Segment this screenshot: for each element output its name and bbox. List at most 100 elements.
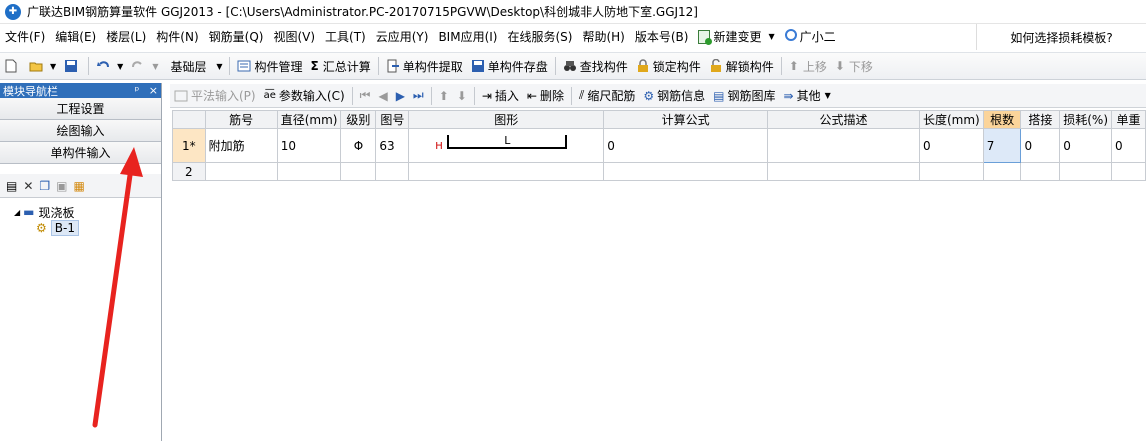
- menu-tools[interactable]: 工具(T): [320, 26, 371, 48]
- cell-grade[interactable]: [340, 162, 377, 181]
- cell-count[interactable]: [982, 162, 1022, 181]
- sum-calc-button[interactable]: Σ 汇总计算: [306, 55, 374, 77]
- menu-cloud[interactable]: 云应用(Y): [371, 26, 434, 48]
- param-input-button[interactable]: a͞e 参数输入(C): [260, 85, 349, 107]
- cell-diameter[interactable]: [276, 162, 342, 181]
- cell-loss[interactable]: 0: [1059, 128, 1113, 163]
- insert-button[interactable]: ⇥ 插入: [478, 85, 523, 107]
- cell-fig-no[interactable]: [375, 162, 410, 181]
- new-change-menu[interactable]: 新建变更 ▼: [693, 26, 779, 48]
- cell-loss[interactable]: [1059, 162, 1113, 181]
- paste-icon[interactable]: ▣: [56, 179, 67, 193]
- header-bar-no[interactable]: 筋号: [204, 110, 278, 129]
- extract-component-button[interactable]: 单构件提取: [382, 55, 467, 77]
- folder-icon[interactable]: ▦: [74, 179, 85, 193]
- next-record-button[interactable]: ▶: [392, 85, 409, 107]
- tree-node-label: 现浇板: [38, 205, 75, 220]
- assistant-menu[interactable]: 广小二: [780, 26, 841, 48]
- cell-formula-desc[interactable]: [766, 128, 920, 163]
- save-component-button[interactable]: 单构件存盘: [467, 55, 552, 77]
- property-icon[interactable]: ▤: [6, 179, 17, 193]
- menu-edit[interactable]: 编辑(E): [50, 26, 101, 48]
- menu-rebar-qty[interactable]: 钢筋量(Q): [204, 26, 269, 48]
- cell-fig-no[interactable]: 63: [375, 128, 410, 163]
- delete-button[interactable]: ⇤ 删除: [523, 85, 568, 107]
- cell-bar-no[interactable]: 附加筋: [204, 128, 278, 163]
- menu-online[interactable]: 在线服务(S): [502, 26, 577, 48]
- cell-lap[interactable]: 0: [1020, 128, 1061, 163]
- cell-formula[interactable]: 0: [603, 128, 768, 163]
- tree-node-slab[interactable]: ◢ ▬ 现浇板: [14, 204, 161, 220]
- header-diameter[interactable]: 直径(mm): [276, 110, 342, 129]
- cell-length[interactable]: [918, 162, 984, 181]
- move-down-button[interactable]: ⬇ 下移: [831, 55, 877, 77]
- redo-button[interactable]: ▼: [127, 55, 162, 77]
- header-shape[interactable]: 图形: [408, 110, 605, 129]
- first-record-button[interactable]: ⏮: [356, 85, 375, 107]
- lock-component-button[interactable]: 锁定构件: [632, 55, 705, 77]
- prev-record-button[interactable]: ◀: [374, 85, 391, 107]
- header-lap[interactable]: 搭接: [1020, 110, 1061, 129]
- menu-file[interactable]: 文件(F): [0, 26, 50, 48]
- other-menu-button[interactable]: ⇛ 其他 ▼: [780, 85, 835, 107]
- header-grade[interactable]: 级别: [340, 110, 377, 129]
- header-count[interactable]: 根数: [982, 110, 1022, 129]
- rebar-info-button[interactable]: ⚙ 钢筋信息: [639, 85, 709, 107]
- menu-help[interactable]: 帮助(H): [577, 26, 629, 48]
- header-length[interactable]: 长度(mm): [918, 110, 984, 129]
- arrow-up-icon: ⬆: [788, 59, 799, 73]
- nav-single-component-input[interactable]: 单构件输入: [0, 142, 161, 164]
- scale-rebar-button[interactable]: ⫽ 缩尺配筋: [575, 85, 639, 107]
- cell-bar-no[interactable]: [204, 162, 278, 181]
- cell-count[interactable]: 7: [982, 128, 1022, 163]
- cell-lap[interactable]: [1020, 162, 1061, 181]
- open-file-button[interactable]: ▼: [25, 55, 60, 77]
- nav-header-controls: ᵖ ×: [135, 84, 158, 97]
- cell-length[interactable]: 0: [918, 128, 984, 163]
- cell-formula[interactable]: [603, 162, 768, 181]
- tree-node-b1[interactable]: ⚙ B-1: [14, 220, 161, 236]
- new-file-button[interactable]: [0, 55, 25, 77]
- nav-drawing-input[interactable]: 绘图输入: [0, 120, 161, 142]
- copy-icon[interactable]: ❐: [39, 179, 50, 193]
- floor-select[interactable]: 基础层 ▼: [166, 56, 226, 76]
- row-number[interactable]: 2: [172, 162, 206, 181]
- help-link[interactable]: 如何选择损耗模板?: [976, 24, 1146, 50]
- cell-shape[interactable]: H L: [408, 128, 605, 163]
- collapse-icon[interactable]: ◢: [14, 208, 20, 217]
- header-loss[interactable]: 损耗(%): [1059, 110, 1113, 129]
- row-number[interactable]: 1*: [172, 128, 206, 163]
- cell-grade[interactable]: Φ: [340, 128, 377, 163]
- header-fig-no[interactable]: 图号: [375, 110, 410, 129]
- cell-formula-desc[interactable]: [766, 162, 920, 181]
- cell-diameter[interactable]: 10: [276, 128, 342, 163]
- header-unit-weight[interactable]: 单重: [1111, 110, 1146, 129]
- flat-input-icon: [174, 90, 188, 101]
- flat-input-button[interactable]: 平法输入(P): [170, 85, 260, 107]
- last-record-button[interactable]: ⏭: [409, 85, 428, 107]
- cell-unit-weight[interactable]: 0: [1111, 128, 1146, 163]
- unlock-component-button[interactable]: 解锁构件: [705, 55, 778, 77]
- delete-icon[interactable]: ✕: [23, 179, 33, 193]
- pin-icon[interactable]: ᵖ: [135, 84, 140, 97]
- save-button[interactable]: [60, 55, 85, 77]
- component-manage-button[interactable]: 构件管理: [233, 55, 306, 77]
- close-icon[interactable]: ×: [149, 84, 158, 97]
- find-component-button[interactable]: 查找构件: [559, 55, 632, 77]
- cell-unit-weight[interactable]: [1111, 162, 1146, 181]
- header-formula[interactable]: 计算公式: [603, 110, 768, 129]
- header-formula-desc[interactable]: 公式描述: [766, 110, 920, 129]
- undo-button[interactable]: ▼: [92, 55, 127, 77]
- row-down-button[interactable]: ⬇: [453, 85, 471, 107]
- menu-bim[interactable]: BIM应用(I): [433, 26, 502, 48]
- menu-floor[interactable]: 楼层(L): [101, 26, 151, 48]
- nav-project-settings[interactable]: 工程设置: [0, 98, 161, 120]
- cell-shape[interactable]: [408, 162, 605, 181]
- move-up-button[interactable]: ⬆ 上移: [785, 55, 831, 77]
- menu-component[interactable]: 构件(N): [151, 26, 203, 48]
- rebar-library-button[interactable]: ▤ 钢筋图库: [709, 85, 779, 107]
- menu-version[interactable]: 版本号(B): [630, 26, 694, 48]
- menu-view[interactable]: 视图(V): [268, 26, 320, 48]
- insert-row-icon: ⇥: [481, 88, 492, 103]
- row-up-button[interactable]: ⬆: [435, 85, 453, 107]
